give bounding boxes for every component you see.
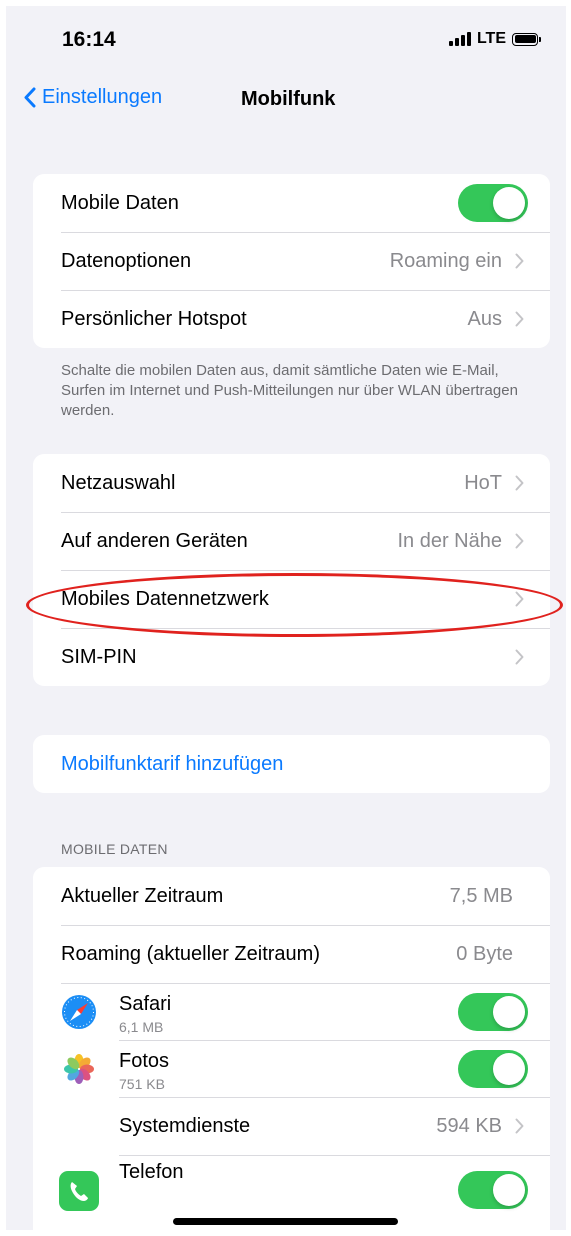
network-selection-value: HoT bbox=[464, 471, 502, 494]
hotspot-row[interactable]: Persönlicher Hotspot Aus bbox=[33, 290, 550, 348]
photos-icon bbox=[59, 1049, 99, 1089]
navigation-bar: Einstellungen Mobilfunk bbox=[6, 76, 566, 120]
current-period-label: Aktueller Zeitraum bbox=[61, 884, 224, 907]
sim-pin-label: SIM-PIN bbox=[61, 645, 137, 668]
safari-icon bbox=[59, 992, 99, 1032]
back-label: Einstellungen bbox=[42, 86, 163, 108]
system-services-row[interactable]: Systemdienste 594 KB bbox=[33, 1097, 550, 1155]
usage-section-header: MOBILE DATEN bbox=[61, 841, 168, 857]
app-name-photos: Fotos bbox=[119, 1050, 170, 1072]
data-settings-footnote: Schalte die mobilen Daten aus, damit säm… bbox=[61, 362, 518, 419]
settings-screen: 16:14 LTE Einstellungen Mobilfunk Mobile… bbox=[6, 6, 566, 1230]
safari-data-toggle[interactable] bbox=[458, 993, 528, 1031]
mobile-data-toggle[interactable] bbox=[458, 184, 528, 222]
mobile-data-row: Mobile Daten bbox=[33, 174, 550, 232]
system-services-label: Systemdienste bbox=[119, 1114, 251, 1137]
mobile-data-network-row[interactable]: Mobiles Datennetzwerk bbox=[33, 570, 550, 628]
mobile-data-network-label: Mobiles Datennetzwerk bbox=[61, 587, 269, 610]
home-indicator bbox=[173, 1218, 398, 1225]
other-devices-row[interactable]: Auf anderen Geräten In der Nähe bbox=[33, 512, 550, 570]
network-selection-label: Netzauswahl bbox=[61, 471, 176, 494]
sim-pin-row[interactable]: SIM-PIN bbox=[33, 628, 550, 686]
usage-group: Aktueller Zeitraum 7,5 MB Roaming (aktue… bbox=[33, 867, 550, 1230]
battery-icon bbox=[512, 32, 541, 46]
chevron-right-icon bbox=[515, 591, 524, 607]
add-plan-link[interactable]: Mobilfunktarif hinzufügen bbox=[61, 753, 283, 776]
back-button[interactable]: Einstellungen bbox=[24, 86, 162, 109]
other-devices-label: Auf anderen Geräten bbox=[61, 529, 248, 552]
app-row-safari: Safari 6,1 MB bbox=[33, 983, 550, 1040]
app-name-safari: Safari bbox=[119, 993, 172, 1015]
chevron-right-icon bbox=[515, 1118, 524, 1134]
hotspot-value: Aus bbox=[467, 307, 502, 330]
data-options-value: Roaming ein bbox=[389, 249, 502, 272]
app-usage-safari: 6,1 MB bbox=[119, 1019, 164, 1035]
roaming-period-label: Roaming (aktueller Zeitraum) bbox=[61, 942, 320, 965]
status-bar: 16:14 LTE bbox=[6, 6, 566, 66]
app-row-phone: Telefon bbox=[33, 1155, 550, 1212]
mobile-data-label: Mobile Daten bbox=[61, 191, 179, 214]
status-indicators: LTE bbox=[448, 30, 541, 48]
app-row-photos: Fotos 751 KB bbox=[33, 1040, 550, 1097]
data-settings-group: Mobile Daten Datenoptionen Roaming ein P… bbox=[33, 174, 550, 348]
add-plan-row[interactable]: Mobilfunktarif hinzufügen bbox=[33, 735, 550, 793]
phone-data-toggle[interactable] bbox=[458, 1171, 528, 1209]
chevron-right-icon bbox=[515, 311, 524, 327]
roaming-period-value: 0 Byte bbox=[456, 942, 513, 965]
roaming-period-row: Roaming (aktueller Zeitraum) 0 Byte bbox=[33, 925, 550, 983]
page-title: Mobilfunk bbox=[241, 88, 336, 110]
network-settings-group: Netzauswahl HoT Auf anderen Geräten In d… bbox=[33, 454, 550, 686]
hotspot-label: Persönlicher Hotspot bbox=[61, 307, 247, 330]
status-time: 16:14 bbox=[62, 28, 116, 51]
phone-icon bbox=[59, 1171, 99, 1211]
photos-data-toggle[interactable] bbox=[458, 1050, 528, 1088]
data-options-label: Datenoptionen bbox=[61, 249, 192, 272]
current-period-row: Aktueller Zeitraum 7,5 MB bbox=[33, 867, 550, 925]
chevron-right-icon bbox=[515, 253, 524, 269]
chevron-right-icon bbox=[515, 533, 524, 549]
add-plan-group: Mobilfunktarif hinzufügen bbox=[33, 735, 550, 793]
network-type: LTE bbox=[476, 30, 506, 47]
chevron-right-icon bbox=[515, 475, 524, 491]
network-selection-row[interactable]: Netzauswahl HoT bbox=[33, 454, 550, 512]
app-name-phone: Telefon bbox=[119, 1161, 184, 1183]
chevron-left-icon bbox=[24, 87, 36, 108]
current-period-value: 7,5 MB bbox=[449, 884, 513, 907]
app-usage-photos: 751 KB bbox=[119, 1076, 165, 1092]
data-options-row[interactable]: Datenoptionen Roaming ein bbox=[33, 232, 550, 290]
signal-icon bbox=[448, 32, 471, 46]
chevron-right-icon bbox=[515, 649, 524, 665]
system-services-value: 594 KB bbox=[436, 1114, 502, 1137]
other-devices-value: In der Nähe bbox=[397, 529, 502, 552]
